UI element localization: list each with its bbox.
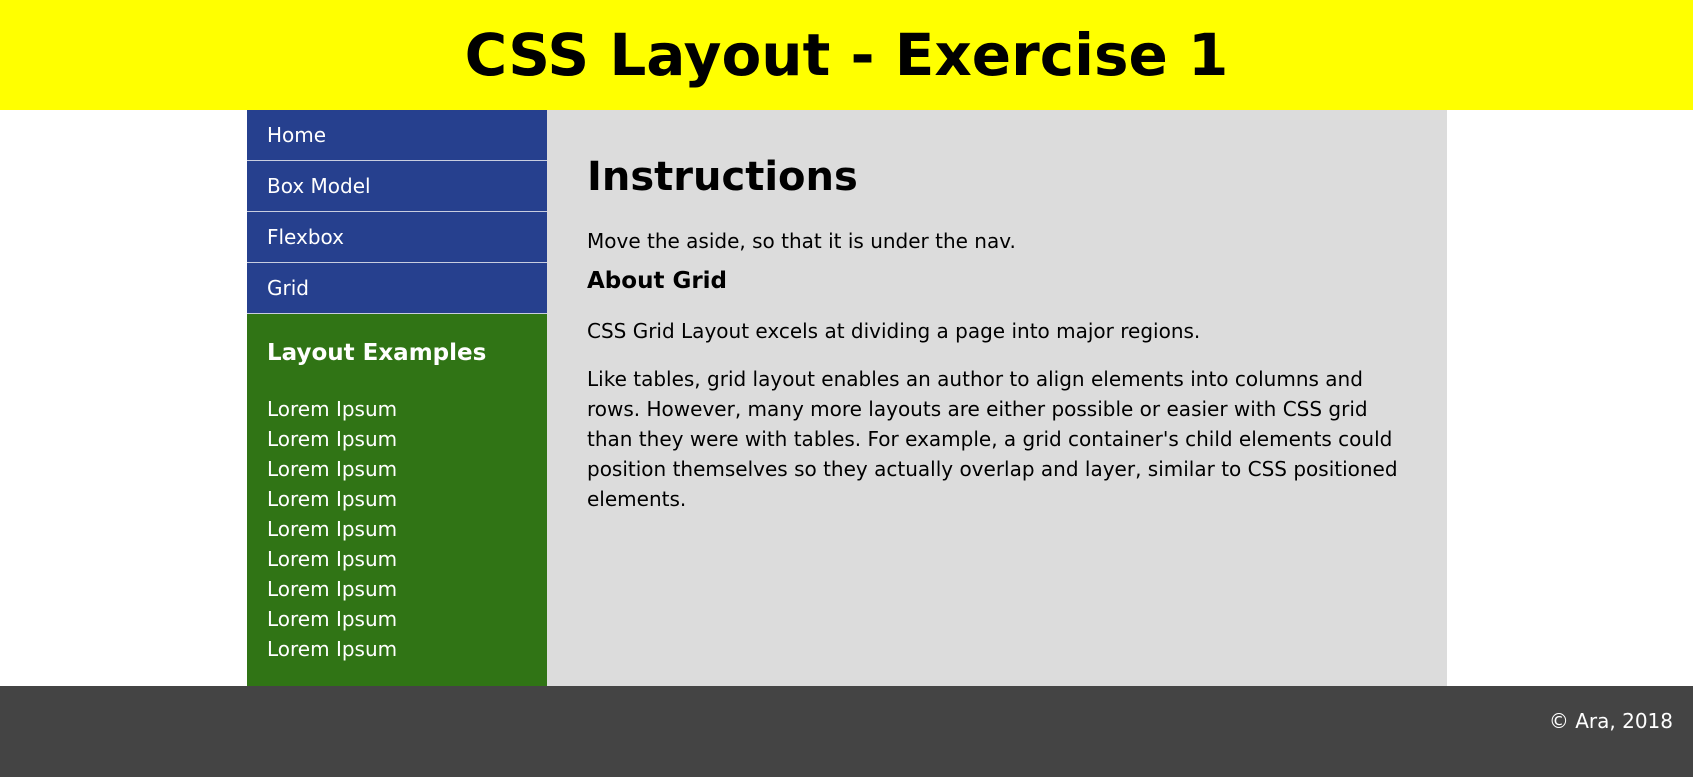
copyright-text: © Ara, 2018 [1548, 709, 1673, 733]
main-content: Instructions Move the aside, so that it … [547, 110, 1447, 686]
list-item: Lorem Ipsum [267, 637, 398, 661]
aside-list: Lorem Ipsum Lorem Ipsum Lorem Ipsum Lore… [267, 394, 527, 664]
nav-item-grid[interactable]: Grid [247, 263, 547, 314]
list-item: Lorem Ipsum [267, 457, 398, 481]
list-item: Lorem Ipsum [267, 397, 398, 421]
about-grid-heading: About Grid [587, 268, 728, 294]
grid-paragraph-2: Like tables, grid layout enables an auth… [587, 367, 1398, 511]
grid-paragraph-1: CSS Grid Layout excels at dividing a pag… [587, 319, 1201, 343]
aside-heading: Layout Examples [267, 340, 487, 366]
instructions-text: Move the aside, so that it is under the … [587, 229, 1016, 253]
list-item: Lorem Ipsum [267, 607, 398, 631]
page-title: CSS Layout - Exercise 1 [464, 21, 1229, 89]
nav-item-home[interactable]: Home [247, 110, 547, 161]
aside-panel: Layout Examples Lorem Ipsum Lorem Ipsum … [247, 314, 547, 686]
list-item: Lorem Ipsum [267, 487, 398, 511]
nav-item-flexbox[interactable]: Flexbox [247, 212, 547, 263]
list-item: Lorem Ipsum [267, 577, 398, 601]
page-footer: © Ara, 2018 [0, 686, 1693, 777]
nav-item-box-model[interactable]: Box Model [247, 161, 547, 212]
list-item: Lorem Ipsum [267, 517, 398, 541]
list-item: Lorem Ipsum [267, 427, 398, 451]
page-header: CSS Layout - Exercise 1 [0, 0, 1693, 110]
main-nav: Home Box Model Flexbox Grid [247, 110, 547, 314]
list-item: Lorem Ipsum [267, 547, 398, 571]
main-heading: Instructions [587, 154, 858, 200]
